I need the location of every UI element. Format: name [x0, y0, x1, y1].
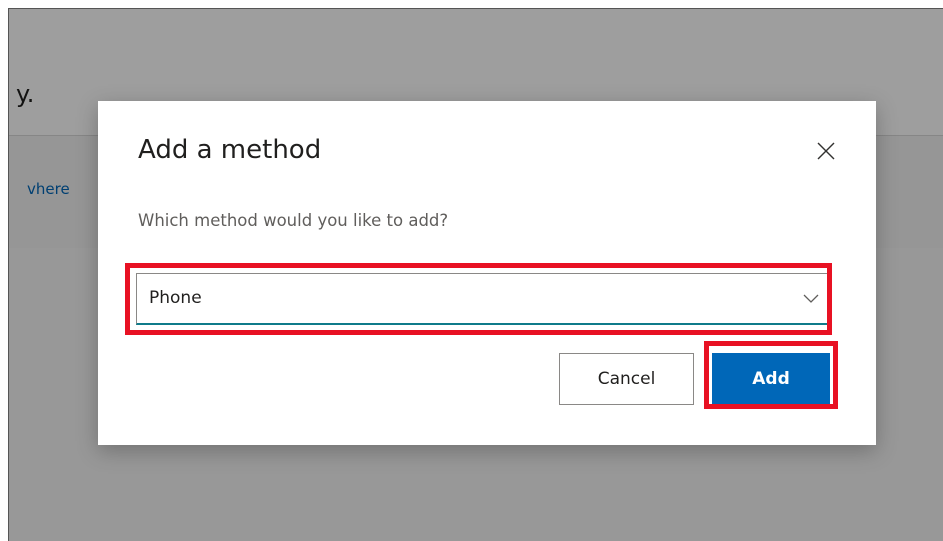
- add-method-dialog: Add a method Which method would you like…: [98, 101, 876, 445]
- select-highlight-box: [125, 263, 832, 335]
- close-icon: [817, 142, 835, 160]
- dialog-title: Add a method: [138, 135, 322, 165]
- add-highlight-box: [704, 341, 838, 409]
- method-prompt: Which method would you like to add?: [138, 211, 449, 230]
- cancel-button[interactable]: Cancel: [559, 353, 694, 405]
- close-button[interactable]: [814, 139, 838, 163]
